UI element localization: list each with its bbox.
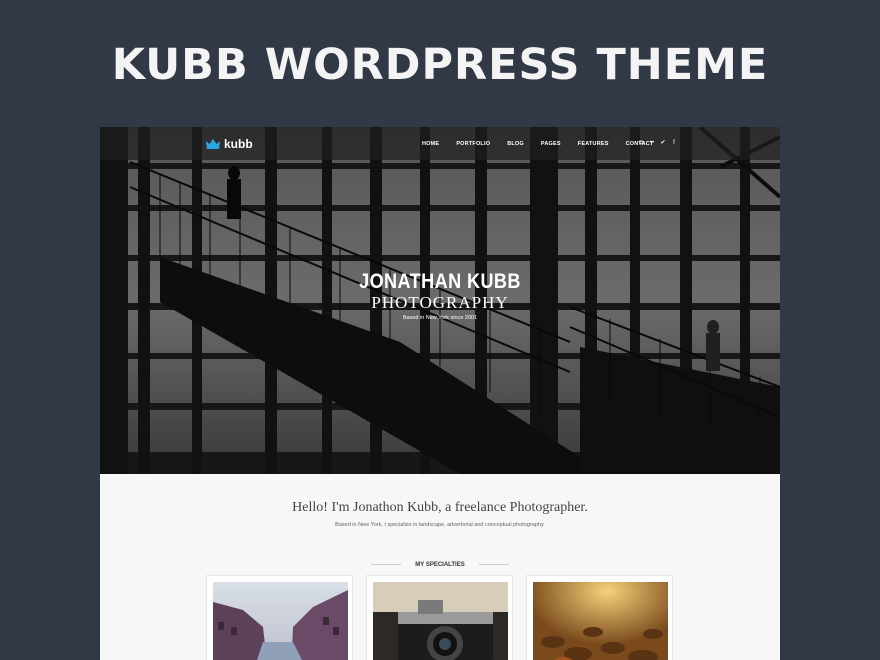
main-navigation: kubb HOME PORTFOLIO BLOG PAGES FEATURES … (100, 127, 780, 160)
logo-text: kubb (224, 137, 253, 151)
intro-text: Based in New York, I specialize in lands… (335, 522, 545, 528)
promo-title: KUBB WORDPRESS THEME (111, 40, 769, 90)
specialty-card-nature[interactable] (526, 575, 673, 660)
social-links: ◘ •• ✔ f (638, 140, 677, 147)
city-canal-photo (213, 582, 348, 660)
vintage-camera-photo (373, 582, 508, 660)
nav-item-pages[interactable]: PAGES (541, 141, 561, 147)
twitter-icon[interactable]: ✔ (660, 140, 666, 147)
crown-icon (206, 139, 220, 149)
divider (479, 564, 510, 566)
site-logo[interactable]: kubb (206, 136, 253, 152)
nav-item-blog[interactable]: BLOG (507, 141, 524, 147)
hero-name: JONATHAN KUBB (359, 270, 521, 293)
nav-menu: HOME PORTFOLIO BLOG PAGES FEATURES CONTA… (422, 127, 671, 160)
flickr-icon[interactable]: •• (649, 140, 655, 147)
hero-section: kubb HOME PORTFOLIO BLOG PAGES FEATURES … (100, 127, 780, 474)
specialties-title: MY SPECIALTIES (415, 561, 465, 568)
instagram-icon[interactable]: ◘ (638, 140, 644, 147)
specialties-header: MY SPECIALTIES (100, 556, 780, 574)
intro-heading: Hello! I'm Jonathon Kubb, a freelance Ph… (292, 500, 588, 515)
nav-item-home[interactable]: HOME (422, 141, 439, 147)
theme-preview: kubb HOME PORTFOLIO BLOG PAGES FEATURES … (100, 127, 780, 660)
facebook-icon[interactable]: f (671, 140, 677, 147)
hero-text: JONATHAN KUBB PHOTOGRAPHY Based in New Y… (100, 270, 780, 321)
specialty-card-camera[interactable] (366, 575, 513, 660)
specialty-card-city[interactable] (206, 575, 353, 660)
specialties-cards (206, 575, 676, 660)
intro-section: Hello! I'm Jonathon Kubb, a freelance Ph… (100, 500, 780, 528)
autumn-leaves-photo (533, 582, 668, 660)
nav-item-features[interactable]: FEATURES (578, 141, 609, 147)
nav-item-portfolio[interactable]: PORTFOLIO (456, 141, 490, 147)
divider (370, 564, 401, 566)
hero-subtitle: PHOTOGRAPHY (371, 293, 509, 312)
hero-tagline: Based in New York since 2001 (402, 315, 478, 321)
